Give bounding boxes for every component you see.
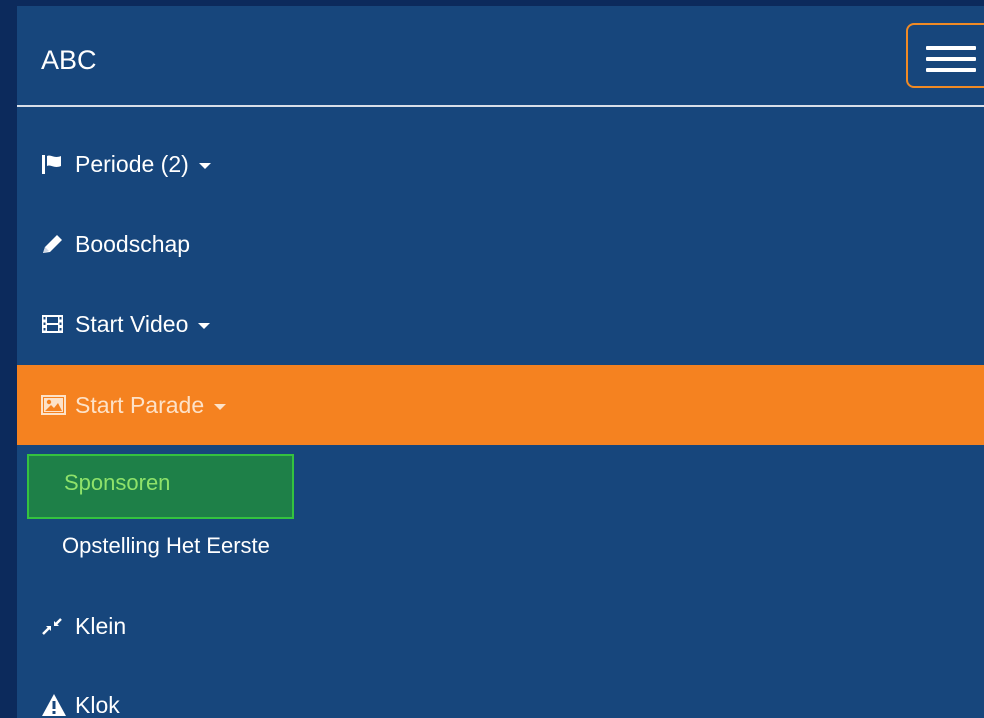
menu-item-label: Klok (75, 691, 120, 718)
submenu-item-sponsoren[interactable]: Sponsoren (27, 454, 294, 519)
menu-item-periode[interactable]: Periode (2) (17, 124, 984, 204)
caret-down-icon (198, 162, 211, 169)
menu-item-label: Start Video (75, 310, 189, 337)
menu-item-start-video[interactable]: Start Video (17, 284, 984, 364)
menu-item-boodschap[interactable]: Boodschap (17, 204, 984, 284)
menu-item-klok[interactable]: Klok (17, 665, 984, 718)
film-icon (41, 312, 73, 336)
brand-title[interactable]: ABC (41, 43, 97, 77)
compress-icon (41, 614, 73, 638)
submenu-item-label: Opstelling Het Eerste (62, 533, 270, 558)
submenu-item-opstelling[interactable]: Opstelling Het Eerste (62, 533, 270, 559)
warning-icon (41, 693, 73, 717)
app-frame: ABC Periode (2) Boodschap Start Video St… (17, 6, 984, 718)
navbar: ABC (17, 6, 984, 107)
caret-down-icon (214, 403, 227, 410)
menu-item-label: Boodschap (75, 230, 191, 257)
menu-item-label: Start Parade (75, 391, 205, 418)
flag-icon (41, 152, 73, 176)
picture-icon (41, 393, 73, 417)
caret-down-icon (198, 322, 211, 329)
pencil-icon (41, 232, 73, 256)
menu-item-klein[interactable]: Klein (17, 586, 984, 666)
menu-item-start-parade[interactable]: Start Parade (17, 365, 984, 445)
submenu-item-label: Sponsoren (64, 469, 171, 495)
menu-item-label: Klein (75, 612, 127, 639)
menu-item-label: Periode (2) (75, 150, 189, 177)
menu-toggle-button[interactable] (906, 23, 984, 88)
